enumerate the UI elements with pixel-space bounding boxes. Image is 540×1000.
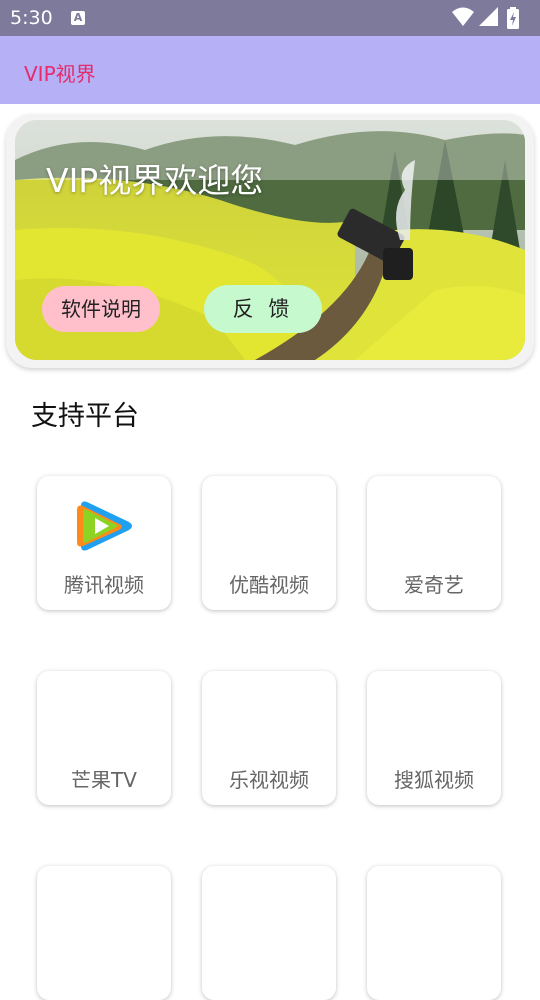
platform-card-letv[interactable]: 乐视视频 bbox=[202, 671, 336, 805]
app-title: VIP视界 bbox=[24, 62, 96, 86]
banner: VIP视界欢迎您 软件说明 反 馈 bbox=[15, 120, 525, 360]
platform-card-iqiyi[interactable]: 爱奇艺 bbox=[367, 476, 501, 610]
software-description-button[interactable]: 软件说明 bbox=[42, 286, 160, 332]
tencent-video-icon bbox=[77, 501, 132, 551]
platform-card-youku[interactable]: 优酷视频 bbox=[202, 476, 336, 610]
status-time: 5:30 bbox=[10, 7, 53, 29]
platform-label: 乐视视频 bbox=[229, 768, 309, 792]
platform-card-tencent[interactable]: 腾讯视频 bbox=[37, 476, 171, 610]
feedback-button[interactable]: 反 馈 bbox=[204, 285, 322, 333]
platform-card-mango[interactable]: 芒果TV bbox=[37, 671, 171, 805]
platform-card[interactable] bbox=[202, 866, 336, 1000]
app-bar: VIP视界 bbox=[0, 36, 540, 104]
platform-label: 爱奇艺 bbox=[404, 573, 464, 597]
platform-label: 芒果TV bbox=[71, 768, 137, 792]
wifi-icon bbox=[452, 7, 474, 26]
platform-label: 腾讯视频 bbox=[64, 573, 144, 597]
banner-title: VIP视界欢迎您 bbox=[46, 161, 264, 200]
status-icons bbox=[452, 7, 532, 29]
platform-label: 搜狐视频 bbox=[394, 768, 474, 792]
platform-card-sohu[interactable]: 搜狐视频 bbox=[367, 671, 501, 805]
platform-card[interactable] bbox=[37, 866, 171, 1000]
platform-card[interactable] bbox=[367, 866, 501, 1000]
notification-icon: A bbox=[71, 11, 85, 25]
battery-charging-icon bbox=[507, 7, 519, 29]
platform-label: 优酷视频 bbox=[229, 573, 309, 597]
signal-icon bbox=[479, 7, 498, 26]
status-bar: 5:30 A bbox=[0, 0, 540, 36]
section-title: 支持平台 bbox=[31, 401, 139, 432]
